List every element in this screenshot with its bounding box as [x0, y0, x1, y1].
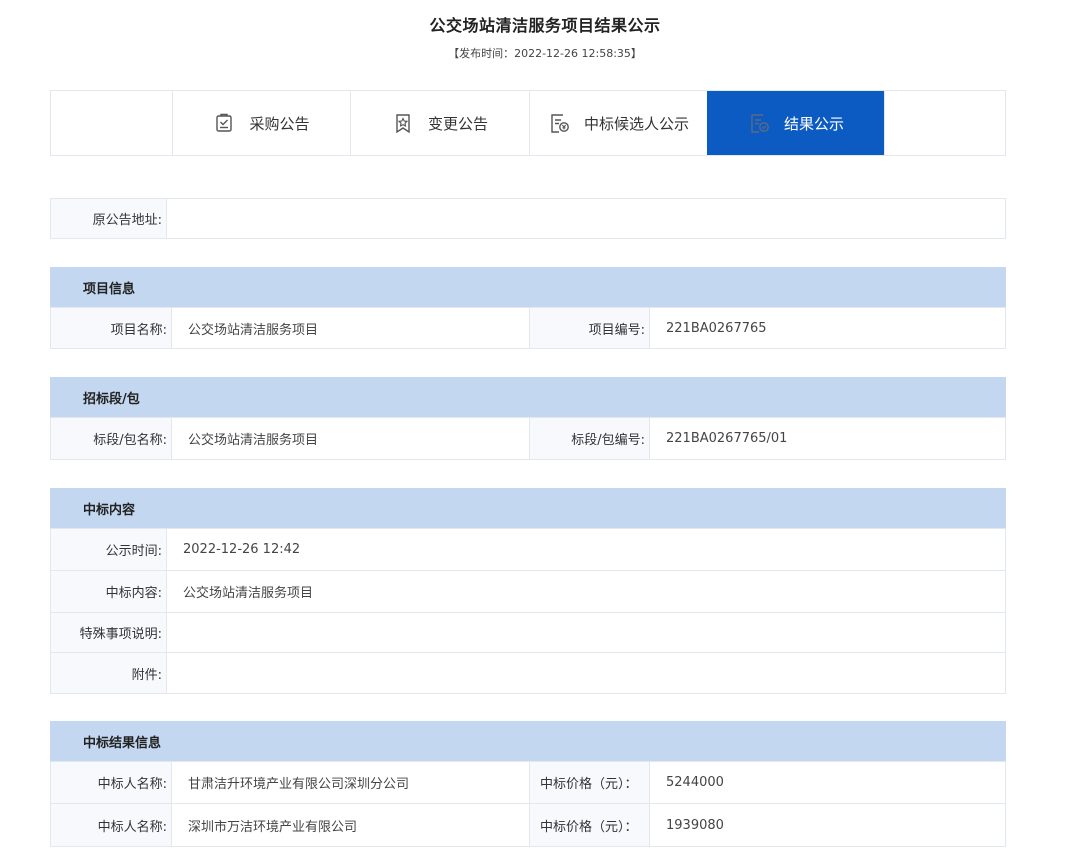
- tab-result-notice[interactable]: 结果公示: [707, 91, 885, 155]
- tab-change-notice[interactable]: 变更公告: [350, 91, 529, 155]
- result-notice-icon: [748, 112, 770, 134]
- purchase-notice-icon: [213, 112, 235, 134]
- page: 公交场站清洁服务项目结果公示 【发布时间：2022-12-26 12:58:35…: [0, 0, 1090, 868]
- tab-label: 变更公告: [427, 114, 488, 133]
- project-code-label: 项目编号:: [529, 308, 650, 348]
- award-result-section: 中标结果信息 中标人名称: 甘肃洁升环境产业有限公司深圳分公司 中标价格（元）：…: [50, 721, 1006, 847]
- winner-row: 中标人名称: 深圳市万洁环境产业有限公司 中标价格（元）： 1939080: [50, 804, 1006, 847]
- winner-price-value: 5244000: [666, 775, 724, 790]
- award-content-row: 中标内容: 公交场站清洁服务项目: [50, 571, 1006, 613]
- package-name-label: 标段/包名称:: [51, 418, 172, 459]
- award-content-row: 附件:: [50, 653, 1006, 694]
- tab-purchase-notice[interactable]: 采购公告: [172, 91, 350, 155]
- package-section: 招标段/包 标段/包名称: 公交场站清洁服务项目 标段/包编号: 221BA02…: [50, 377, 1006, 460]
- package-name-value: 公交场站清洁服务项目: [188, 433, 319, 448]
- section-header: 中标内容: [50, 488, 1006, 528]
- award-content-row: 公示时间: 2022-12-26 12:42: [50, 528, 1006, 571]
- winner-name-label: 中标人名称:: [51, 762, 172, 803]
- winner-name-value: 深圳市万洁环境产业有限公司: [188, 819, 358, 835]
- section-header: 中标结果信息: [50, 721, 1006, 761]
- publicity-time-value: 2022-12-26 12:42: [183, 542, 301, 557]
- notice-tabs: 采购公告 变更公告 中标候选人公示 结果公示: [50, 90, 1006, 156]
- winner-price-value: 1939080: [666, 817, 724, 833]
- tab-candidate-notice[interactable]: 中标候选人公示: [529, 91, 707, 155]
- award-content-section: 中标内容 公示时间: 2022-12-26 12:42 中标内容: 公交场站清洁…: [50, 488, 1006, 694]
- change-notice-icon: [392, 112, 414, 134]
- project-info-row: 项目名称: 公交场站清洁服务项目 项目编号: 221BA0267765: [50, 307, 1006, 349]
- section-header: 招标段/包: [50, 377, 1006, 417]
- winner-row: 中标人名称: 甘肃洁升环境产业有限公司深圳分公司 中标价格（元）： 524400…: [50, 761, 1006, 804]
- winner-name-value: 甘肃洁升环境产业有限公司深圳分公司: [188, 777, 410, 792]
- award-content-label: 中标内容:: [51, 571, 167, 612]
- package-code-label: 标段/包编号:: [529, 418, 650, 459]
- page-title: 公交场站清洁服务项目结果公示: [429, 16, 661, 35]
- winner-price-label: 中标价格（元）：: [529, 804, 650, 846]
- tab-label: 结果公示: [783, 114, 844, 133]
- original-url-row: 原公告地址:: [50, 198, 1006, 239]
- winner-price-label: 中标价格（元）：: [529, 762, 650, 803]
- package-code-value: 221BA0267765/01: [666, 431, 788, 446]
- tab-label: 采购公告: [249, 114, 310, 133]
- original-url-label: 原公告地址:: [51, 199, 167, 238]
- attachment-label: 附件:: [51, 653, 167, 693]
- project-info-section: 项目信息 项目名称: 公交场站清洁服务项目 项目编号: 221BA0267765: [50, 267, 1006, 349]
- project-code-value: 221BA0267765: [666, 320, 767, 336]
- award-content-row: 特殊事项说明:: [50, 613, 1006, 653]
- winner-name-label: 中标人名称:: [51, 804, 172, 846]
- special-notes-label: 特殊事项说明:: [51, 613, 167, 652]
- tab-label: 中标候选人公示: [583, 114, 689, 133]
- publicity-time-label: 公示时间:: [51, 529, 167, 570]
- package-row: 标段/包名称: 公交场站清洁服务项目 标段/包编号: 221BA0267765/…: [50, 417, 1006, 460]
- original-url-section: 原公告地址:: [50, 198, 1006, 239]
- candidate-notice-icon: [548, 112, 570, 134]
- award-content-value: 公交场站清洁服务项目: [183, 586, 314, 601]
- section-header: 项目信息: [50, 267, 1006, 307]
- publish-time: 【发布时间：2022-12-26 12:58:35】: [448, 47, 642, 60]
- project-name-value: 公交场站清洁服务项目: [188, 322, 319, 338]
- project-name-label: 项目名称:: [51, 308, 172, 348]
